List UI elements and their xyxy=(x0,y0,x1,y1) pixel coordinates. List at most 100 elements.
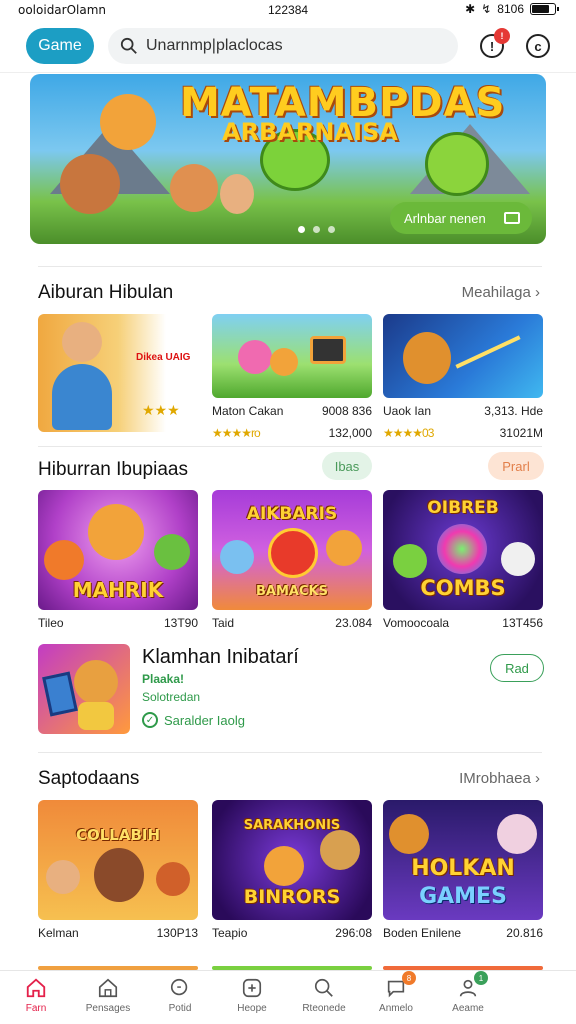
game-card[interactable]: COLLABIH Kelman 130P13 xyxy=(38,800,198,940)
bottom-navigation: Farn Pensages Potid Heope Rteonede 8 Anm… xyxy=(0,970,576,1024)
game-card[interactable]: AIKBARIS BAMACKS Taid 23.084 xyxy=(212,490,372,630)
carousel-dot[interactable] xyxy=(328,226,335,233)
section-title: Hiburran Ibupiaas xyxy=(38,459,188,480)
card-meta: Boden Enilene 20.816 xyxy=(383,926,543,940)
hero-banner[interactable]: MATAMBPDAS ARBARNAISA Arlnbar nenen xyxy=(30,74,546,244)
signal-icon: ↯ xyxy=(481,2,492,16)
game-card[interactable]: Maton Cakan 9008 836 ★★★★ro 132,000 xyxy=(212,314,372,440)
game-card[interactable]: Dikea UAIG ★★★ xyxy=(38,314,198,432)
nav-badge: 1 xyxy=(474,971,488,985)
see-more-label: IMrobhaea xyxy=(459,770,531,787)
filter-pill[interactable]: Ibas xyxy=(322,452,372,480)
clock-icon: c xyxy=(534,38,542,54)
clock-text: 122384 xyxy=(268,3,309,17)
section-divider xyxy=(38,446,542,447)
featured-thumbnail[interactable] xyxy=(38,644,130,734)
game-card[interactable]: SARAKHONIS BINRORS Teapio 296:08 xyxy=(212,800,372,940)
store-icon xyxy=(97,977,119,999)
game-meta: 20.816 xyxy=(506,926,543,940)
game-thumbnail: MAHRIK xyxy=(38,490,198,610)
game-meta: 296:08 xyxy=(335,926,372,940)
nav-label: Anmelo xyxy=(379,1003,413,1014)
character-bear xyxy=(264,846,304,886)
character-bear xyxy=(74,660,118,704)
game-thumbnail: Dikea UAIG ★★★ xyxy=(38,314,198,432)
plus-square-icon xyxy=(241,977,263,999)
home-icon xyxy=(25,977,47,999)
character-bear xyxy=(270,348,298,376)
game-thumbnail: HOLKAN GAMES xyxy=(383,800,543,920)
nav-item-search[interactable]: Rteonede xyxy=(288,971,360,1024)
nav-item-home[interactable]: Farn xyxy=(0,971,72,1024)
character-bear xyxy=(100,94,156,150)
search-input[interactable] xyxy=(146,37,446,55)
character-fox xyxy=(156,862,190,896)
nav-item-messages[interactable]: 8 Anmelo xyxy=(360,971,432,1024)
nav-item-potid[interactable]: Potid xyxy=(144,971,216,1024)
game-name: Uaok Ian xyxy=(383,404,432,418)
see-more-link[interactable]: Meahilaga › xyxy=(462,284,540,301)
alert-icon: ! xyxy=(489,38,495,54)
carrier-text: ooloidarOlamn xyxy=(18,3,107,17)
nav-label: Farn xyxy=(25,1003,47,1014)
thumb-label-2: GAMES xyxy=(419,884,507,909)
thumb-label-2: BINRORS xyxy=(243,886,341,908)
thumb-label: HOLKAN xyxy=(411,856,515,881)
section-title: Saptodaans xyxy=(38,768,140,789)
verified-label: Saralder Iaolg xyxy=(164,712,245,728)
character-kid xyxy=(46,860,80,894)
character-girl xyxy=(94,848,144,902)
game-meta: 9008 836 xyxy=(321,404,372,418)
game-name: Kelman xyxy=(38,926,79,940)
nav-item-profile[interactable]: 1 Aeame xyxy=(432,971,504,1024)
game-logo-button[interactable]: Game xyxy=(26,28,94,64)
card-meta: Vomoocoala 13T456 xyxy=(383,616,543,630)
character-body xyxy=(78,702,114,730)
featured-action-button[interactable]: Rad xyxy=(490,654,544,682)
game-card[interactable]: HOLKAN GAMES Boden Enilene 20.816 xyxy=(383,800,543,940)
game-thumbnail xyxy=(383,314,543,398)
card-rating-row: ★★★★03 31021M xyxy=(383,426,543,440)
history-button[interactable]: c xyxy=(526,34,550,58)
ball-shape xyxy=(44,540,84,580)
app-header: Game ! ! c xyxy=(0,24,576,72)
character-girl xyxy=(238,340,272,374)
nav-badge: 8 xyxy=(402,971,416,985)
game-card[interactable]: MAHRIK Tileo 13T90 xyxy=(38,490,198,630)
review-count: 31021M xyxy=(499,426,543,440)
game-card[interactable]: OIBREB COMBS Vomoocoala 13T456 xyxy=(383,490,543,630)
game-card[interactable]: Uaok Ian 3,313. Hde ★★★★03 31021M xyxy=(383,314,543,440)
card-meta: Uaok Ian 3,313. Hde xyxy=(383,404,543,418)
carousel-dot[interactable] xyxy=(298,226,305,233)
game-meta: 13T456 xyxy=(502,616,543,630)
verified-row: ✓ Saralder Iaolg xyxy=(142,712,245,728)
character-kid xyxy=(326,530,362,566)
nav-label: Rteonede xyxy=(302,1003,346,1014)
filter-pill[interactable]: Prarl xyxy=(488,452,544,480)
carousel-dot[interactable] xyxy=(313,226,320,233)
check-icon: ✓ xyxy=(142,712,158,728)
character-green-blob xyxy=(425,132,489,196)
section-divider xyxy=(38,752,542,753)
game-name: Teapio xyxy=(212,926,248,940)
section-divider xyxy=(38,266,542,267)
nav-item-add[interactable]: Heope xyxy=(216,971,288,1024)
tablet-icon xyxy=(504,212,520,224)
game-meta: 130P13 xyxy=(156,926,198,940)
battery-text: 8106 xyxy=(497,2,524,16)
search-bar[interactable] xyxy=(108,28,458,64)
bluetooth-icon: ✱ xyxy=(465,2,476,16)
game-thumbnail: COLLABIH xyxy=(38,800,198,920)
see-more-link[interactable]: IMrobhaea › xyxy=(459,770,540,787)
notifications-button[interactable]: ! ! xyxy=(480,28,510,58)
carousel-dots[interactable] xyxy=(298,226,335,233)
rating-stars: ★★★★03 xyxy=(383,426,434,440)
character-raccoon xyxy=(60,154,120,214)
tv-icon xyxy=(310,336,346,364)
game-meta: 13T90 xyxy=(163,616,198,630)
card-meta: Kelman 130P13 xyxy=(38,926,198,940)
game-thumbnail xyxy=(212,314,372,398)
nav-item-store[interactable]: Pensages xyxy=(72,971,144,1024)
hero-cta-button[interactable]: Arlnbar nenen xyxy=(390,202,532,234)
card-meta: Tileo 13T90 xyxy=(38,616,198,630)
